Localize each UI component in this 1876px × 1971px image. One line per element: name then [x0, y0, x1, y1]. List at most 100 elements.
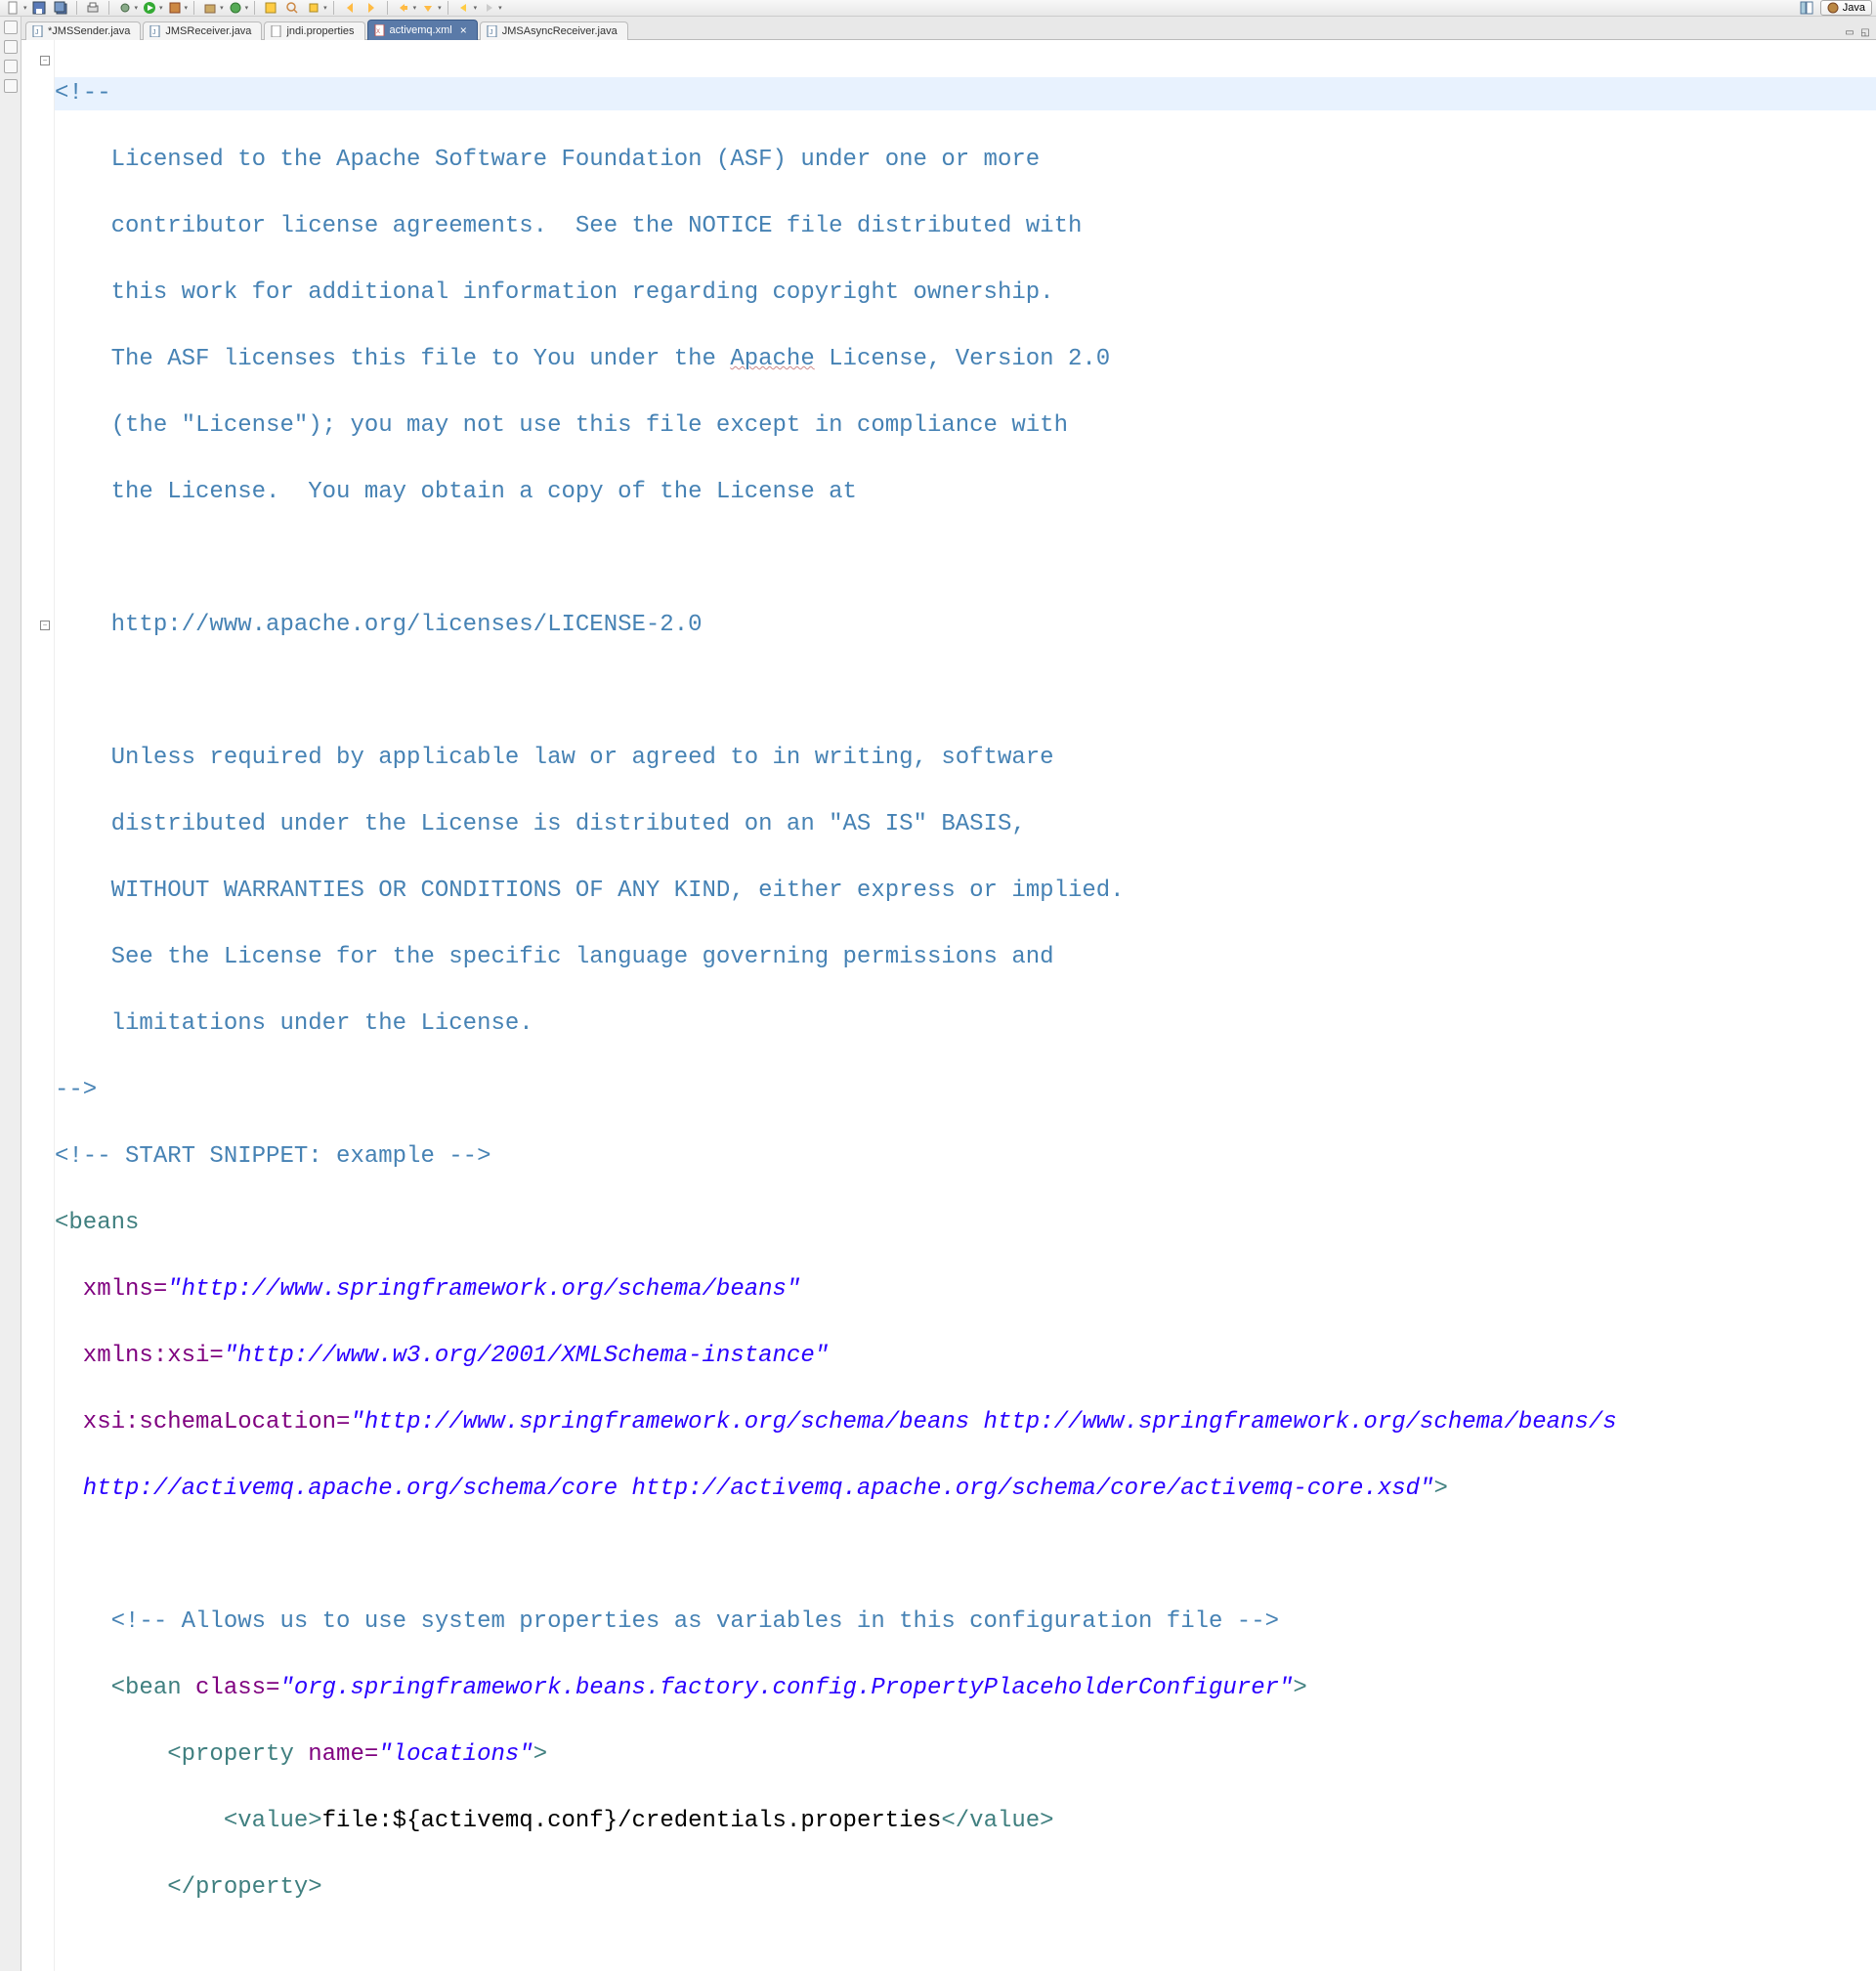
- dropdown-icon[interactable]: ▾: [413, 4, 417, 12]
- code-line: this work for additional information reg…: [55, 279, 1054, 306]
- tab-jmsreceiver[interactable]: J JMSReceiver.java: [143, 21, 262, 40]
- minimized-view-icon[interactable]: [4, 40, 18, 54]
- print-icon[interactable]: [85, 0, 101, 16]
- tab-jndi-properties[interactable]: jndi.properties: [264, 21, 364, 40]
- search-icon[interactable]: [284, 0, 300, 16]
- dropdown-icon[interactable]: ▾: [135, 4, 139, 12]
- code-content[interactable]: <!-- Licensed to the Apache Software Fou…: [55, 40, 1876, 1971]
- main-toolbar: ▾ ▾ ▾ ▾ ▾ ▾ ▾ ▾ ▾ ▾ ▾ Java: [0, 0, 1876, 17]
- separator: [193, 1, 194, 15]
- code-line: <bean: [55, 1675, 182, 1701]
- svg-text:J: J: [490, 29, 493, 36]
- debug-icon[interactable]: [117, 0, 133, 16]
- left-trim: [0, 17, 21, 1971]
- code-line: License, Version 2.0: [815, 346, 1110, 372]
- save-icon[interactable]: [31, 0, 47, 16]
- separator: [254, 1, 255, 15]
- last-edit-icon[interactable]: [396, 0, 411, 16]
- code-line: contributor license agreements. See the …: [55, 213, 1082, 239]
- code-line: file:${activemq.conf}/credentials.proper…: [322, 1808, 942, 1834]
- code-line: <!--: [55, 80, 111, 107]
- dropdown-icon[interactable]: ▾: [220, 4, 224, 12]
- java-perspective-icon: [1827, 2, 1839, 14]
- code-line: xmlns=: [55, 1276, 167, 1303]
- dropdown-icon[interactable]: ▾: [498, 4, 502, 12]
- tab-label: jndi.properties: [286, 25, 354, 37]
- code-editor[interactable]: − − <!-- Licensed to the Apache Software…: [21, 40, 1876, 1971]
- minimized-view-icon[interactable]: [4, 79, 18, 93]
- save-all-icon[interactable]: [53, 0, 68, 16]
- code-line: "http://www.springframework.org/schema/b…: [350, 1409, 1616, 1435]
- fold-toggle-icon[interactable]: −: [40, 621, 50, 630]
- java-file-icon: J: [487, 25, 498, 37]
- code-line: </property>: [55, 1874, 322, 1901]
- next-annotation-icon[interactable]: [420, 0, 436, 16]
- editor-area: J *JMSSender.java J JMSReceiver.java jnd…: [21, 17, 1876, 1971]
- tab-jmsasyncreceiver[interactable]: J JMSAsyncReceiver.java: [480, 21, 628, 40]
- tab-label: JMSAsyncReceiver.java: [502, 25, 618, 37]
- tab-label: JMSReceiver.java: [165, 25, 251, 37]
- code-line: class=: [182, 1675, 280, 1701]
- code-line: <!-- Allows us to use system properties …: [55, 1608, 1279, 1635]
- separator: [333, 1, 334, 15]
- code-line: xmlns:xsi=: [55, 1343, 224, 1369]
- separator: [387, 1, 388, 15]
- code-line: "http://www.w3.org/2001/XMLSchema-instan…: [224, 1343, 829, 1369]
- dropdown-icon[interactable]: ▾: [474, 4, 478, 12]
- svg-text:J: J: [152, 29, 156, 36]
- code-line: distributed under the License is distrib…: [55, 811, 1026, 837]
- nav-fwd-icon[interactable]: [363, 0, 379, 16]
- new-icon[interactable]: [6, 0, 21, 16]
- maximize-icon[interactable]: ◱: [1858, 25, 1872, 39]
- fwd-history-icon[interactable]: [481, 0, 496, 16]
- open-type-icon[interactable]: [263, 0, 278, 16]
- tab-activemq-xml[interactable]: X activemq.xml ×: [367, 20, 478, 40]
- minimize-icon[interactable]: ▭: [1843, 25, 1856, 39]
- code-line: Apache: [730, 346, 814, 372]
- code-line: name=: [294, 1741, 378, 1768]
- fold-toggle-icon[interactable]: −: [40, 56, 50, 65]
- code-line: limitations under the License.: [55, 1010, 533, 1037]
- properties-file-icon: [271, 25, 282, 37]
- perspective-java[interactable]: Java: [1820, 0, 1872, 16]
- code-line: <beans: [55, 1210, 139, 1236]
- dropdown-icon[interactable]: ▾: [438, 4, 442, 12]
- tab-label: activemq.xml: [390, 24, 452, 36]
- code-line: See the License for the specific languag…: [55, 944, 1054, 970]
- new-package-icon[interactable]: [202, 0, 218, 16]
- back-history-icon[interactable]: [456, 0, 472, 16]
- dropdown-icon[interactable]: ▾: [23, 4, 27, 12]
- dropdown-icon[interactable]: ▾: [245, 4, 249, 12]
- restore-view-icon[interactable]: [4, 21, 18, 34]
- java-file-icon: J: [32, 25, 44, 37]
- tab-jmssender[interactable]: J *JMSSender.java: [25, 21, 141, 40]
- code-line: <value>: [55, 1808, 322, 1834]
- code-line: http://www.apache.org/licenses/LICENSE-2…: [55, 612, 703, 638]
- external-tool-icon[interactable]: [167, 0, 183, 16]
- svg-text:X: X: [376, 29, 380, 35]
- code-line: http://activemq.apache.org/schema/core h…: [55, 1476, 1433, 1502]
- java-file-icon: J: [149, 25, 161, 37]
- code-line: >: [533, 1741, 547, 1768]
- dropdown-icon[interactable]: ▾: [323, 4, 327, 12]
- toggle-icon[interactable]: [306, 0, 321, 16]
- code-line: (the "License"); you may not use this fi…: [55, 412, 1068, 439]
- code-line: "locations": [378, 1741, 533, 1768]
- code-line: -->: [55, 1077, 97, 1103]
- fold-gutter: − −: [21, 40, 55, 1971]
- code-line: </value>: [941, 1808, 1053, 1834]
- code-line: Licensed to the Apache Software Foundati…: [55, 147, 1040, 173]
- separator: [76, 1, 77, 15]
- code-line: >: [1293, 1675, 1306, 1701]
- minimized-view-icon[interactable]: [4, 60, 18, 73]
- close-icon[interactable]: ×: [460, 23, 467, 37]
- nav-back-icon[interactable]: [342, 0, 358, 16]
- open-perspective-icon[interactable]: [1799, 0, 1814, 16]
- main-area: J *JMSSender.java J JMSReceiver.java jnd…: [0, 17, 1876, 1971]
- code-line: The ASF licenses this file to You under …: [55, 346, 730, 372]
- code-line: <!-- START SNIPPET: example -->: [55, 1143, 490, 1170]
- dropdown-icon[interactable]: ▾: [185, 4, 189, 12]
- dropdown-icon[interactable]: ▾: [159, 4, 163, 12]
- run-icon[interactable]: [142, 0, 157, 16]
- new-class-icon[interactable]: [228, 0, 243, 16]
